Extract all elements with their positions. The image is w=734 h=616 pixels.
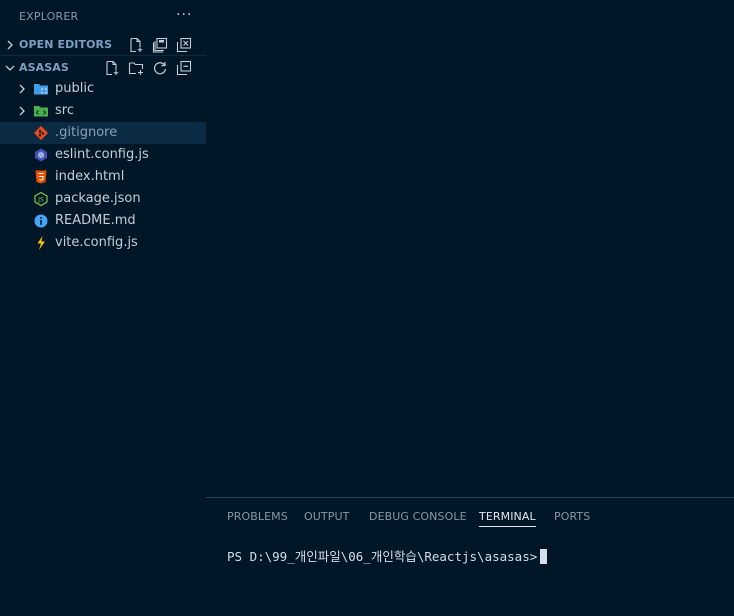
chevron-right-icon: [19, 84, 25, 94]
tree-item-public[interactable]: public: [0, 78, 206, 100]
close-all-icon[interactable]: [176, 37, 192, 53]
eslint-icon: [33, 147, 49, 163]
html-icon: [33, 169, 49, 185]
tree-item-label: README.md: [55, 213, 136, 228]
git-icon: [33, 125, 49, 141]
more-actions-icon[interactable]: ···: [176, 8, 192, 24]
tab-debug-console[interactable]: DEBUG CONSOLE: [369, 510, 467, 523]
info-icon: [33, 213, 49, 229]
open-editors-section-header[interactable]: OPEN EDITORS: [0, 34, 206, 56]
tree-item-label: vite.config.js: [55, 235, 138, 250]
explorer-sidebar: EXPLORER ··· OPEN EDITORS ASASAS public …: [0, 0, 206, 616]
file-tree: public src .gitignore eslint.config.js i…: [0, 78, 206, 254]
bottom-panel: PROBLEMS OUTPUT DEBUG CONSOLE TERMINAL P…: [206, 497, 734, 616]
terminal-output[interactable]: PS D:\99_개인파일\06_개인학습\Reactjs\asasas>: [227, 546, 548, 565]
svg-text:JS: JS: [37, 197, 44, 204]
folder-public-icon: [33, 81, 49, 97]
tree-item-label: public: [55, 81, 95, 96]
chevron-down-icon: [5, 65, 15, 71]
new-file-icon[interactable]: [104, 60, 120, 76]
tree-item-label: package.json: [55, 191, 141, 206]
vite-icon: [33, 235, 49, 251]
tree-item-gitignore[interactable]: .gitignore: [0, 122, 206, 144]
active-tab-indicator: [479, 526, 536, 527]
new-folder-icon[interactable]: [128, 60, 144, 76]
chevron-right-icon: [7, 40, 13, 50]
tree-item-label: .gitignore: [55, 125, 118, 140]
refresh-icon[interactable]: [152, 60, 168, 76]
chevron-right-icon: [19, 106, 25, 116]
tree-item-eslint-config[interactable]: eslint.config.js: [0, 144, 206, 166]
editor-area[interactable]: [206, 0, 734, 497]
nodejs-icon: JS: [33, 191, 49, 207]
project-section-header[interactable]: ASASAS: [0, 57, 206, 79]
panel-tabs: PROBLEMS OUTPUT DEBUG CONSOLE TERMINAL P…: [206, 498, 734, 534]
tab-ports[interactable]: PORTS: [554, 510, 590, 523]
explorer-title: EXPLORER: [19, 10, 79, 23]
tree-item-package-json[interactable]: JS package.json: [0, 188, 206, 210]
tab-terminal-label: TERMINAL: [479, 510, 536, 523]
project-name-label: ASASAS: [19, 61, 69, 74]
open-editors-label: OPEN EDITORS: [19, 38, 113, 51]
tree-item-src[interactable]: src: [0, 100, 206, 122]
terminal-prompt: PS D:\99_개인파일\06_개인학습\Reactjs\asasas>: [227, 549, 538, 564]
save-all-icon[interactable]: [152, 37, 168, 53]
tree-item-vite-config[interactable]: vite.config.js: [0, 232, 206, 254]
tree-item-readme[interactable]: README.md: [0, 210, 206, 232]
tab-terminal[interactable]: TERMINAL: [479, 510, 536, 527]
terminal-cursor: [540, 549, 548, 564]
tree-item-label: eslint.config.js: [55, 147, 149, 162]
new-file-icon[interactable]: [128, 37, 144, 53]
tree-item-index-html[interactable]: index.html: [0, 166, 206, 188]
tree-item-label: index.html: [55, 169, 125, 184]
explorer-header: EXPLORER ···: [0, 0, 206, 34]
tab-problems[interactable]: PROBLEMS: [227, 510, 288, 523]
tab-output[interactable]: OUTPUT: [304, 510, 349, 523]
collapse-all-icon[interactable]: [176, 60, 192, 76]
folder-src-icon: [33, 103, 49, 119]
tree-item-label: src: [55, 103, 74, 118]
